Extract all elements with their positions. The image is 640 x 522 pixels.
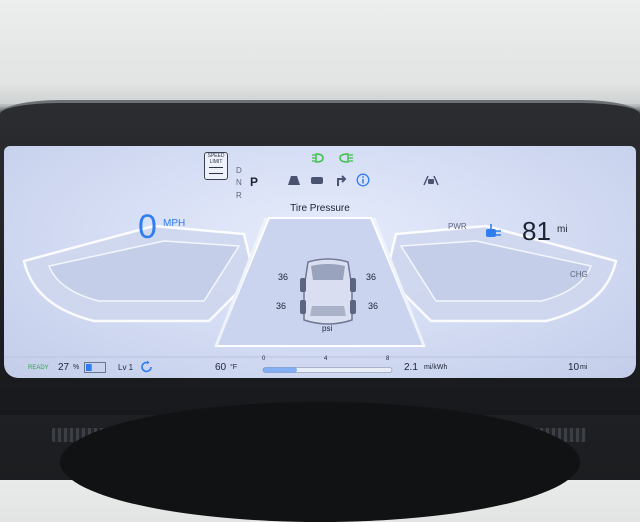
temp-unit: °F [230,364,238,371]
ready-indicator: READY [28,365,49,371]
steering-wheel [60,402,580,522]
regen-icon [141,360,152,373]
headlight-icon [312,153,353,163]
battery-unit: % [73,364,80,371]
efficiency-scale-4: 4 [324,356,328,362]
battery-icon [84,362,106,373]
range-value: 81 [522,216,551,246]
speed-value: 0 [138,208,157,246]
gear-p: P [250,175,259,189]
regen-level: Lv 1 [118,363,134,372]
efficiency-value: 2.1 [404,362,418,373]
instrument-cluster-screen: SPEED LIMIT D N P R 0 MPH Tire Pressure [4,146,636,378]
speed-limit-icon: SPEED LIMIT [204,152,228,180]
forward-collision-icon [288,176,300,185]
nav-turn-icon [337,175,347,186]
smart-cruise-icon [311,177,323,184]
battery-percent: 27 [58,362,70,373]
range-unit: mi [557,224,568,235]
tire-front-right: 36 [366,272,377,282]
efficiency-scale-0: 0 [262,356,266,362]
gear-n: N [236,178,242,187]
bottom-status-bar: READY 27 % Lv 1 60 °F 0 4 8 2.1 mi/kWh 1… [4,356,636,378]
tire-pressure-unit: psi [322,324,333,333]
tire-pressure-title: Tire Pressure [290,203,350,214]
info-icon [356,173,370,187]
outside-temp: 60 [215,362,227,373]
background-wall [0,0,640,104]
lane-follow-icon [423,175,439,186]
pwr-label: PWR [448,222,467,231]
car-top-view-icon [300,258,356,325]
tire-rear-right: 36 [368,301,379,311]
gear-d: D [236,166,242,175]
efficiency-scale-8: 8 [386,356,390,362]
tire-front-left: 36 [278,272,289,282]
tire-rear-left: 36 [276,301,287,311]
efficiency-unit: mi/kWh [424,364,448,371]
ev-plug-icon [486,224,501,237]
speed-limit-text-2: LIMIT [209,159,223,165]
chg-label: CHG [570,270,588,279]
gear-r: R [236,191,242,200]
efficiency-bar [262,367,393,373]
speed-unit: MPH [163,218,186,229]
trip-value: 10 [568,362,580,373]
trip-unit: mi [580,364,588,371]
